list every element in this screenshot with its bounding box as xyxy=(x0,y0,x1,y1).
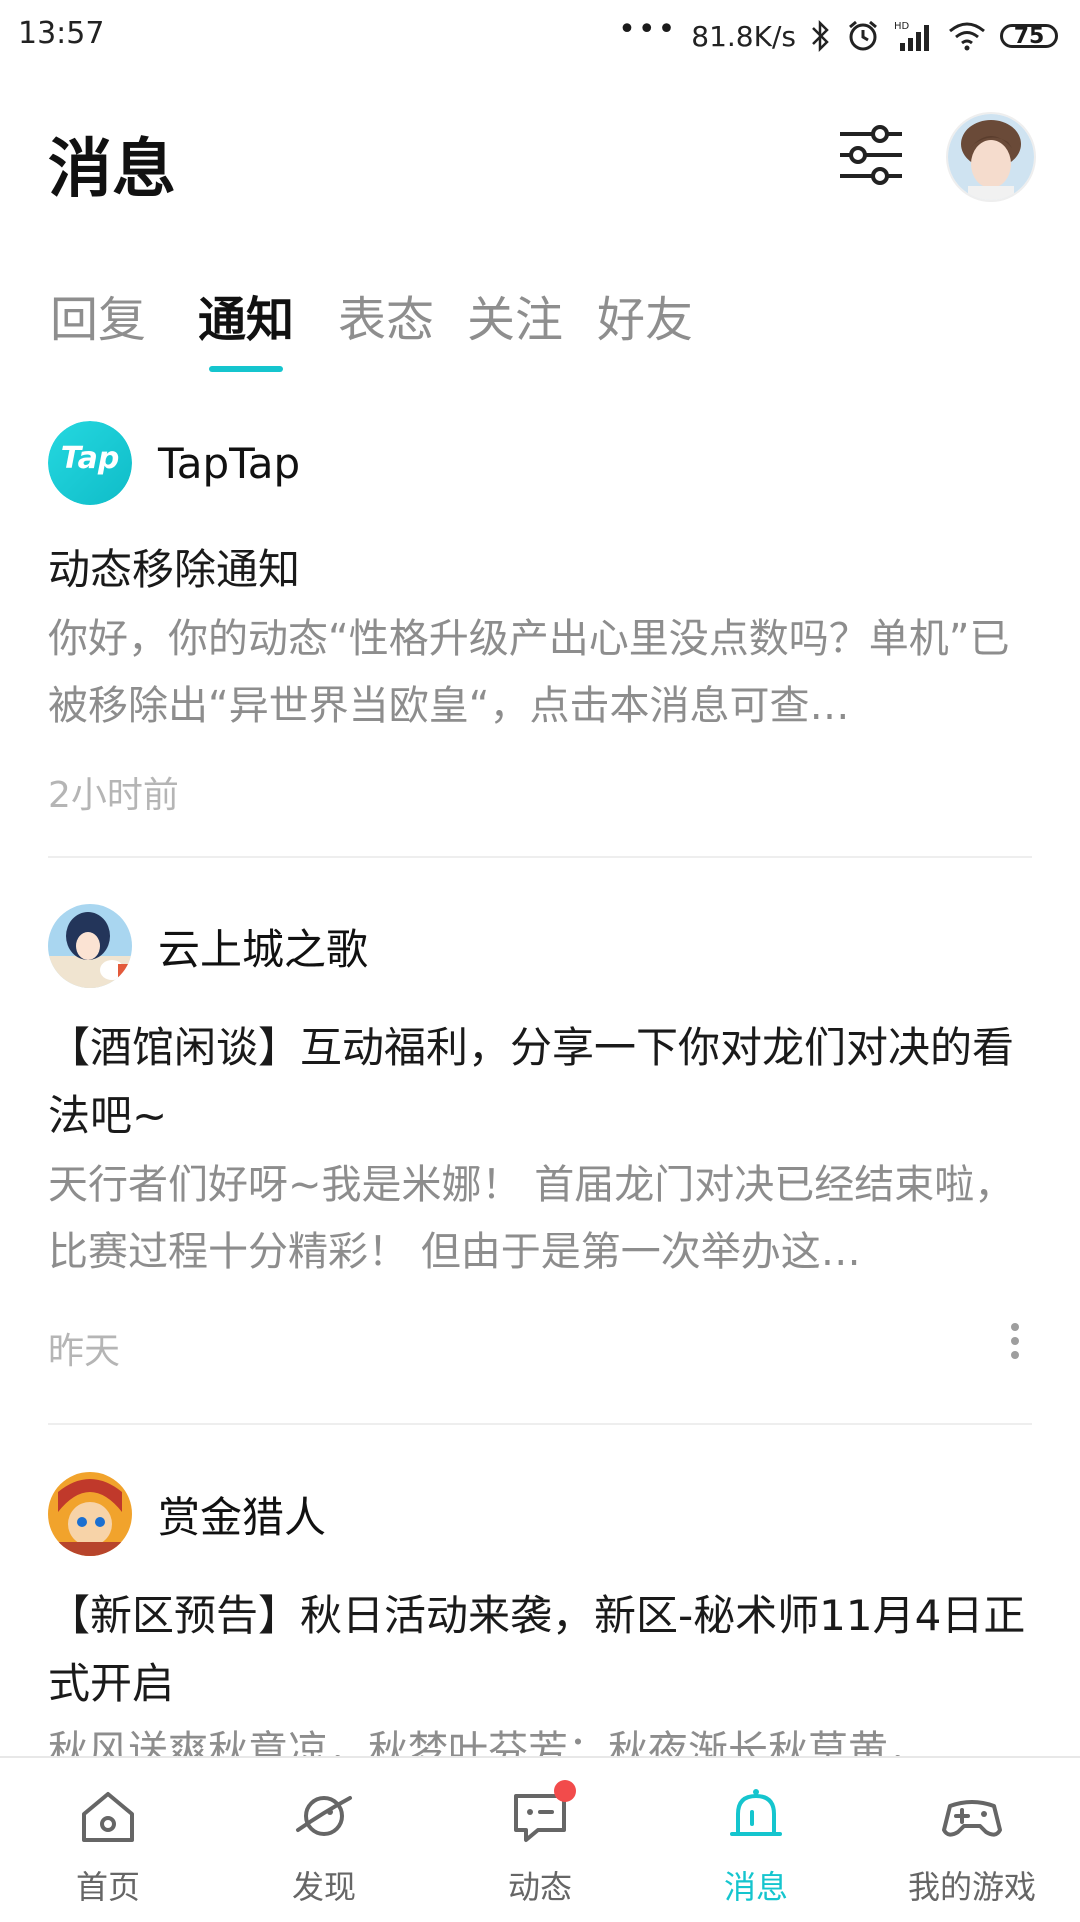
alarm-icon xyxy=(846,19,880,53)
divider xyxy=(48,1423,1032,1425)
nav-label: 发现 xyxy=(291,1868,356,1906)
tab-reactions[interactable]: 表态 xyxy=(338,280,434,350)
bottom-navigation: 首页 发现 动态 消息 我的游戏 xyxy=(0,1756,1080,1922)
notification-card[interactable]: 云上城之歌 xyxy=(48,904,1032,1024)
signal-icon: HD xyxy=(894,19,934,53)
tab-friends[interactable]: 好友 xyxy=(597,280,693,350)
sender-name[interactable]: 赏金猎人 xyxy=(158,1484,326,1545)
tab-reply[interactable]: 回复 xyxy=(50,280,146,350)
more-options-button[interactable] xyxy=(1000,1319,1030,1369)
home-icon xyxy=(82,1792,134,1842)
message-body: 你好，你的动态“性格升级产出心里没点数吗？单机”已被移除出“异世界当欧皇“，点击… xyxy=(48,616,1010,729)
sender-row: 云上城之歌 xyxy=(48,904,368,988)
message-body: 秋风送爽秋意凉，秋梦叶芬芳；秋夜渐长秋草黄， xyxy=(48,1728,928,1758)
status-icons: ••• 81.8K/s HD 75 xyxy=(618,14,1058,58)
tab-notifications[interactable]: 通知 xyxy=(198,280,294,350)
message-time: 2小时前 xyxy=(48,775,179,816)
nav-my-games[interactable]: 我的游戏 xyxy=(864,1758,1080,1922)
bell-icon xyxy=(730,1789,782,1836)
bluetooth-icon xyxy=(810,19,832,53)
message-tabs: 回复 通知 表态 关注 好友 xyxy=(0,270,1080,372)
message-title: 【酒馆闲谈】互动福利，分享一下你对龙们对决的看法吧~ xyxy=(48,1023,1015,1140)
message-title: 【新区预告】秋日活动来袭，新区-秘术师11月4日正式开启 xyxy=(48,1591,1026,1708)
message-title: 动态移除通知 xyxy=(48,545,301,594)
nav-feed[interactable]: 动态 xyxy=(432,1758,648,1922)
notification-card[interactable]: 赏金猎人 xyxy=(48,1472,1032,1592)
wifi-icon xyxy=(948,21,986,51)
status-time: 13:57 xyxy=(18,16,105,51)
filter-button[interactable] xyxy=(836,120,906,190)
nav-label: 我的游戏 xyxy=(907,1868,1036,1906)
unread-badge xyxy=(554,1780,576,1802)
message-time: 昨天 xyxy=(48,1331,121,1372)
sender-row: 赏金猎人 xyxy=(48,1472,326,1556)
tab-following[interactable]: 关注 xyxy=(467,280,563,350)
nav-label: 动态 xyxy=(507,1868,572,1906)
nav-home[interactable]: 首页 xyxy=(0,1758,216,1922)
page-title: 消息 xyxy=(48,133,176,207)
sender-name[interactable]: TapTap xyxy=(158,439,300,488)
sender-name[interactable]: 云上城之歌 xyxy=(158,916,368,977)
divider xyxy=(48,856,1032,858)
game-avatar xyxy=(48,904,132,988)
battery-indicator: 75 xyxy=(1000,24,1058,49)
nav-discover[interactable]: 发现 xyxy=(216,1758,432,1922)
nav-messages[interactable]: 消息 xyxy=(648,1758,864,1922)
notification-dots: ••• xyxy=(618,12,678,47)
svg-text:HD: HD xyxy=(894,21,910,32)
more-vertical-icon xyxy=(1011,1323,1019,1359)
filter-sliders-icon xyxy=(840,125,902,185)
status-bar: 13:57 ••• 81.8K/s HD 75 xyxy=(0,0,1080,72)
user-avatar[interactable] xyxy=(946,112,1036,202)
active-tab-indicator xyxy=(209,366,283,372)
taptap-logo-text: Tap xyxy=(60,441,120,476)
gamepad-icon xyxy=(942,1800,1002,1837)
nav-label: 首页 xyxy=(75,1868,140,1906)
network-speed: 81.8K/s xyxy=(691,19,796,53)
planet-icon xyxy=(296,1796,352,1836)
game-avatar xyxy=(48,1472,132,1556)
message-body: 天行者们好呀~我是米娜！ 首届龙门对决已经结束啦，比赛过程十分精彩！ 但由于是第… xyxy=(48,1162,1015,1275)
nav-label: 消息 xyxy=(723,1868,788,1906)
